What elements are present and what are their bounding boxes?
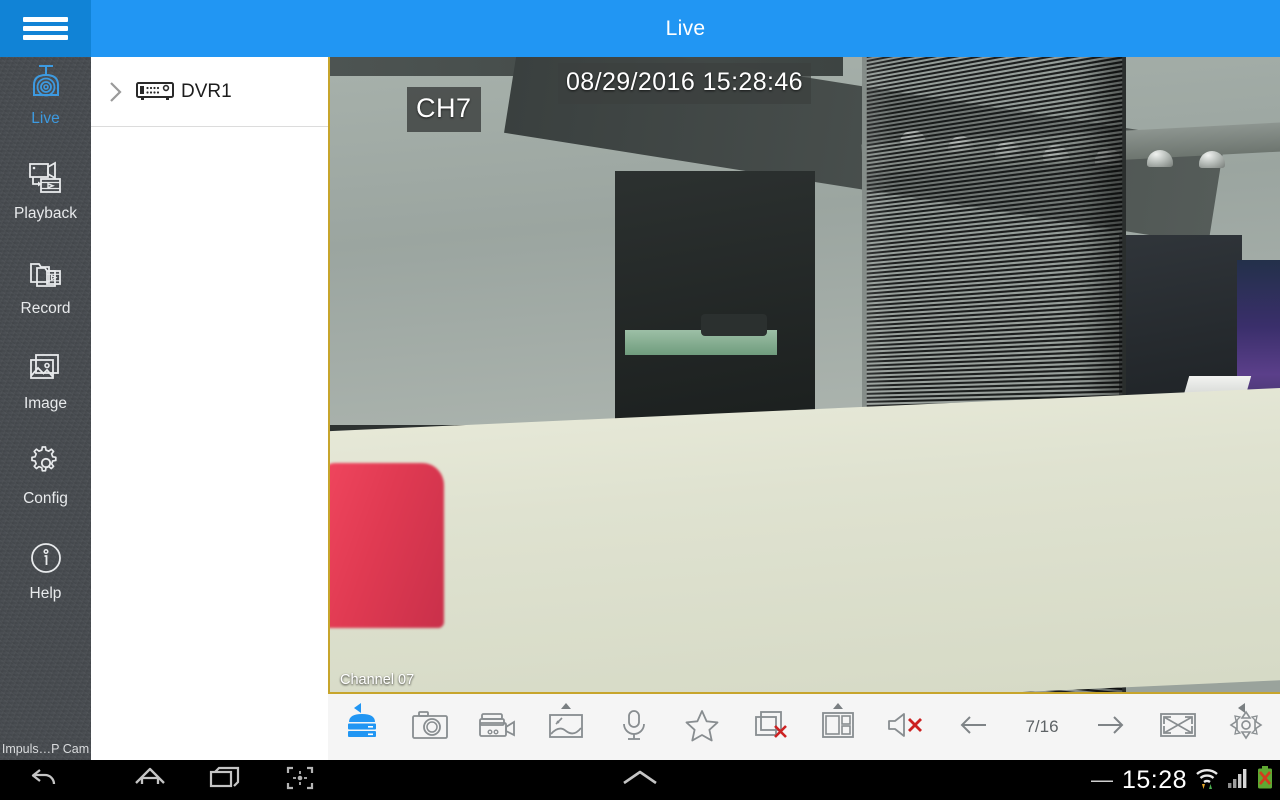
page-indicator-label: 7/16 xyxy=(1025,717,1059,736)
recents-button[interactable] xyxy=(188,760,262,800)
dvr-box-icon xyxy=(133,79,177,105)
osd-timestamp: 08/29/2016 15:28:46 xyxy=(558,63,811,104)
sidebar-item-live[interactable]: Live xyxy=(0,57,91,152)
close-all-button[interactable] xyxy=(736,694,804,760)
caret-left-icon xyxy=(1238,703,1245,713)
hamburger-icon xyxy=(23,17,68,22)
fullscreen-button[interactable] xyxy=(1144,694,1212,760)
status-area[interactable]: — 15:28 xyxy=(1091,760,1274,800)
channel-name-label: Channel 07 xyxy=(340,672,415,688)
sidebar-item-label: Playback xyxy=(14,205,77,222)
home-icon xyxy=(133,765,167,796)
dome-camera-icon xyxy=(25,57,67,109)
video-pane[interactable]: CH7 08/29/2016 15:28:46 Channel 07 xyxy=(328,57,1280,694)
caret-up-icon xyxy=(561,703,571,709)
status-dash: — xyxy=(1090,767,1113,792)
ptz-dpad-icon xyxy=(1225,708,1267,747)
talk-button[interactable] xyxy=(600,694,668,760)
close-windows-icon xyxy=(753,709,787,746)
sidebar-item-playback[interactable]: Playback xyxy=(0,152,91,247)
hamburger-menu-button[interactable] xyxy=(0,0,91,57)
video-toolbar: 7/16 xyxy=(328,694,1280,760)
video-stream xyxy=(330,57,1280,692)
back-arrow-icon xyxy=(25,765,59,796)
home-button[interactable] xyxy=(113,760,187,800)
sidebar-item-label: Config xyxy=(23,490,68,507)
battery-error-icon xyxy=(1256,765,1274,796)
sidebar-item-config[interactable]: Config xyxy=(0,437,91,532)
gear-icon xyxy=(25,437,67,489)
favorite-button[interactable] xyxy=(668,694,736,760)
device-name-label: DVR1 xyxy=(181,80,232,102)
playback-film-icon xyxy=(25,152,67,204)
sidebar-item-record[interactable]: Record xyxy=(0,247,91,342)
mute-button[interactable] xyxy=(872,694,940,760)
fullscreen-icon xyxy=(1158,710,1198,745)
video-camera-icon xyxy=(478,709,518,746)
info-circle-icon xyxy=(25,532,67,584)
screenshot-button[interactable] xyxy=(263,760,337,800)
stream-quality-button[interactable] xyxy=(328,694,396,760)
star-icon xyxy=(684,708,720,747)
image-adjust-button[interactable] xyxy=(532,694,600,760)
page-title: Live xyxy=(665,17,706,40)
layout-button[interactable] xyxy=(804,694,872,760)
app-header: Live xyxy=(0,0,1280,57)
page-indicator: 7/16 xyxy=(1008,694,1076,760)
ptz-button[interactable] xyxy=(1212,694,1280,760)
caret-up-icon xyxy=(833,703,843,709)
sidebar-item-label: Image xyxy=(23,395,68,412)
recents-icon xyxy=(208,765,242,796)
snapshot-button[interactable] xyxy=(396,694,464,760)
record-folder-film-icon xyxy=(25,247,67,299)
scene-foreground-counter xyxy=(330,386,1280,692)
signal-icon xyxy=(1227,766,1249,795)
scene-red-block xyxy=(330,463,444,629)
hamburger-icon-bar xyxy=(23,35,68,40)
back-button[interactable] xyxy=(5,760,79,800)
split-layout-icon xyxy=(821,710,855,745)
arrow-left-icon xyxy=(958,713,990,742)
hamburger-icon-bar xyxy=(23,26,68,31)
device-list-panel: DVR1 xyxy=(91,57,328,760)
expand-button[interactable] xyxy=(603,760,677,800)
android-navigation-bar: — 15:28 xyxy=(0,760,1280,800)
caret-left-icon xyxy=(354,703,361,713)
chevron-up-icon xyxy=(620,767,660,794)
screenshot-icon xyxy=(285,765,315,796)
microphone-icon xyxy=(620,708,648,747)
prev-page-button[interactable] xyxy=(940,694,1008,760)
scene-shelf-object xyxy=(700,314,767,336)
live-view-screen: Live Live Playback Record Image Config H… xyxy=(0,0,1280,800)
image-stack-icon xyxy=(25,342,67,394)
server-stack-icon xyxy=(344,708,380,747)
speaker-muted-icon xyxy=(886,710,926,745)
sidebar-nav: Live Playback Record Image Config Help I… xyxy=(0,57,91,760)
status-clock: 15:28 xyxy=(1121,765,1187,794)
osd-channel-badge: CH7 xyxy=(407,87,481,132)
sidebar-item-image[interactable]: Image xyxy=(0,342,91,437)
next-page-button[interactable] xyxy=(1076,694,1144,760)
picture-edit-icon xyxy=(548,710,584,745)
camera-icon xyxy=(411,709,449,746)
sidebar-item-label: Help xyxy=(29,585,62,602)
arrow-right-icon xyxy=(1094,713,1126,742)
device-list-item-dvr1[interactable]: DVR1 xyxy=(91,57,328,127)
sidebar-item-label: Live xyxy=(31,110,60,127)
app-name-footer: Impuls…P Cam xyxy=(1,742,90,756)
scene-left-rack xyxy=(615,171,815,451)
record-button[interactable] xyxy=(464,694,532,760)
sidebar-item-help[interactable]: Help xyxy=(0,532,91,627)
chevron-right-icon[interactable] xyxy=(99,79,133,105)
wifi-icon xyxy=(1194,765,1220,796)
sidebar-item-label: Record xyxy=(20,300,71,317)
